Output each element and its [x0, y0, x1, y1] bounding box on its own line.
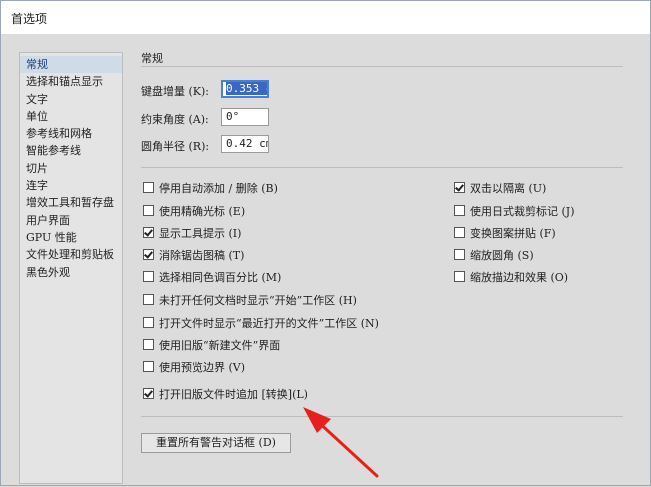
- checkbox-legacy-new-document[interactable]: 使用旧版“新建文件”界面: [143, 338, 280, 354]
- checkbox-label: 缩放圆角 (S): [470, 249, 534, 262]
- checkbox-select-same-tint[interactable]: 选择相同色调百分比 (M): [143, 270, 281, 286]
- checkbox-label: 打开文件时显示“最近打开的文件”工作区 (N): [159, 317, 379, 330]
- checkbox-precise-cursors[interactable]: 使用精确光标 (E): [143, 204, 245, 220]
- checkbox-scale-corners[interactable]: 缩放圆角 (S): [454, 248, 534, 264]
- checkbox-label: 双击以隔离 (U): [470, 182, 547, 195]
- corner-radius-label: 圆角半径 (R):: [141, 140, 210, 153]
- reset-warning-dialogs-button[interactable]: 重置所有警告对话框 (D): [141, 433, 291, 453]
- checkbox-label: 未打开任何文档时显示“开始”工作区 (H): [159, 294, 357, 307]
- category-list: 常规 选择和锚点显示 文字 单位 参考线和网格 智能参考线 切片 连字 增效工具…: [19, 52, 123, 484]
- checkbox-preview-bounds[interactable]: 使用预览边界 (V): [143, 360, 245, 376]
- checkbox-show-recent-files-workspace[interactable]: 打开文件时显示“最近打开的文件”工作区 (N): [143, 316, 379, 332]
- checkbox-show-start-workspace[interactable]: 未打开任何文档时显示“开始”工作区 (H): [143, 293, 357, 309]
- checkbox-box[interactable]: [143, 317, 154, 328]
- dialog-content: 常规 选择和锚点显示 文字 单位 参考线和网格 智能参考线 切片 连字 增效工具…: [1, 34, 650, 485]
- sidebar-item-user-interface[interactable]: 用户界面: [20, 212, 122, 229]
- checkbox-box[interactable]: [454, 205, 465, 216]
- checkbox-japanese-crop-marks[interactable]: 使用日式裁剪标记 (J): [454, 204, 575, 220]
- section-title: 常规: [141, 52, 163, 65]
- checkbox-label: 消除锯齿图稿 (T): [159, 249, 245, 262]
- checkbox-box[interactable]: [143, 249, 154, 260]
- checkbox-label: 使用预览边界 (V): [159, 361, 246, 374]
- checkbox-append-converted[interactable]: 打开旧版文件时追加 [转换](L): [143, 387, 308, 403]
- corner-radius-input[interactable]: 0.42 cm: [221, 135, 269, 153]
- checkbox-double-click-isolate[interactable]: 双击以隔离 (U): [454, 181, 546, 197]
- keyboard-increment-input[interactable]: 0.353 cm: [221, 80, 269, 98]
- sidebar-item-black-appearance[interactable]: 黑色外观: [20, 264, 122, 281]
- title-bar: 首选项: [1, 1, 650, 35]
- preferences-dialog: 首选项 常规 选择和锚点显示 文字 单位 参考线和网格 智能参考线 切片 连字 …: [0, 0, 651, 486]
- checkbox-show-tooltips[interactable]: 显示工具提示 (I): [143, 226, 241, 242]
- checkbox-box[interactable]: [143, 271, 154, 282]
- checkbox-label: 显示工具提示 (I): [159, 227, 242, 240]
- window-title: 首选项: [11, 12, 48, 26]
- checkbox-label: 使用日式裁剪标记 (J): [470, 205, 575, 218]
- divider: [141, 416, 623, 417]
- keyboard-increment-label: 键盘增量 (K):: [141, 85, 210, 98]
- checkbox-scale-strokes-effects[interactable]: 缩放描边和效果 (O): [454, 270, 568, 286]
- sidebar-item-type[interactable]: 文字: [20, 91, 122, 108]
- constrain-angle-label: 约束角度 (A):: [141, 113, 209, 126]
- checkbox-box[interactable]: [454, 271, 465, 282]
- sidebar-item-guides-grid[interactable]: 参考线和网格: [20, 125, 122, 142]
- checkbox-label: 缩放描边和效果 (O): [470, 271, 569, 284]
- checkbox-label: 使用旧版“新建文件”界面: [159, 339, 281, 352]
- checkbox-label: 使用精确光标 (E): [159, 205, 246, 218]
- checkbox-box[interactable]: [454, 227, 465, 238]
- sidebar-item-selection-anchor[interactable]: 选择和锚点显示: [20, 73, 122, 90]
- sidebar-item-general[interactable]: 常规: [20, 56, 122, 74]
- divider: [141, 167, 623, 168]
- checkbox-disable-auto-add-delete[interactable]: 停用自动添加 / 删除 (B): [143, 181, 278, 197]
- divider: [141, 66, 623, 67]
- checkbox-box[interactable]: [143, 227, 154, 238]
- checkbox-label: 打开旧版文件时追加 [转换](L): [159, 388, 308, 401]
- checkbox-box[interactable]: [143, 388, 154, 399]
- sidebar-item-units[interactable]: 单位: [20, 108, 122, 125]
- checkbox-label: 停用自动添加 / 删除 (B): [159, 182, 278, 195]
- sidebar-item-smart-guides[interactable]: 智能参考线: [20, 142, 122, 159]
- sidebar-item-file-clipboard[interactable]: 文件处理和剪贴板: [20, 246, 122, 263]
- checkbox-box[interactable]: [143, 182, 154, 193]
- checkbox-transform-pattern-tiles[interactable]: 变换图案拼贴 (F): [454, 226, 556, 242]
- checkbox-label: 变换图案拼贴 (F): [470, 227, 556, 240]
- sidebar-item-plugins-scratch[interactable]: 增效工具和暂存盘: [20, 194, 122, 211]
- checkbox-label: 选择相同色调百分比 (M): [159, 271, 282, 284]
- checkbox-box[interactable]: [143, 361, 154, 372]
- checkbox-anti-aliased-artwork[interactable]: 消除锯齿图稿 (T): [143, 248, 244, 264]
- sidebar-item-gpu[interactable]: GPU 性能: [20, 229, 122, 246]
- checkbox-box[interactable]: [143, 294, 154, 305]
- checkbox-box[interactable]: [454, 249, 465, 260]
- sidebar-item-hyphenation[interactable]: 连字: [20, 177, 122, 194]
- keyboard-increment-value: 0.353 cm: [226, 82, 267, 95]
- checkbox-box[interactable]: [143, 339, 154, 350]
- sidebar-item-slices[interactable]: 切片: [20, 160, 122, 177]
- checkbox-box[interactable]: [143, 205, 154, 216]
- checkbox-box[interactable]: [454, 182, 465, 193]
- constrain-angle-input[interactable]: 0°: [221, 108, 269, 126]
